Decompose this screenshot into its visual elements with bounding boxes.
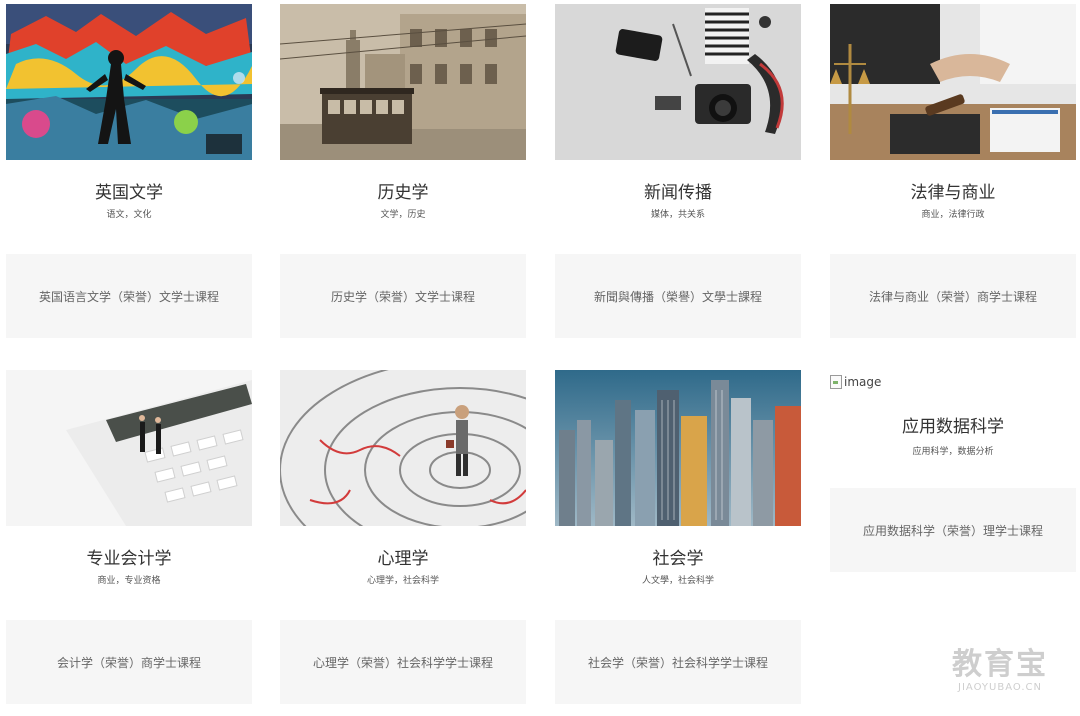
watermark-logo: 教育宝 JIAOYUBAO.CN: [940, 648, 1060, 694]
course-link[interactable]: 心理学（荣誉）社会科学学士课程: [280, 620, 526, 704]
program-title: 专业会计学: [86, 549, 172, 569]
program-title: 英国文学: [95, 183, 163, 203]
program-title: 新闻传播: [644, 183, 712, 203]
calculator-businessmen-image[interactable]: [6, 370, 252, 526]
program-card-accounting: 专业会计学 商业，专业资格 会计学（荣誉）商学士课程: [6, 370, 252, 704]
program-card-sociology: 社会学 人文學，社会科学 社会学（荣誉）社会科学学士课程: [555, 370, 801, 704]
camera-flatlay-image[interactable]: [555, 4, 801, 160]
program-title: 社会学: [652, 549, 704, 569]
graffiti-art-image[interactable]: [6, 4, 252, 160]
program-card-journalism: 新闻传播 媒体，共关系 新聞與傳播（榮譽）文學士課程: [555, 4, 801, 338]
program-tags: 应用科学，数据分析: [912, 447, 994, 457]
program-card-psychology: 心理学 心理学，社会科学 心理学（荣誉）社会科学学士课程: [280, 370, 526, 704]
city-skyline-graphic: [555, 370, 801, 526]
camera-flatlay-graphic: [555, 4, 801, 160]
image-alt-text: image: [844, 375, 882, 389]
program-tags: 商业，专业资格: [97, 576, 161, 586]
program-title: 应用数据科学: [902, 417, 1004, 437]
program-card-history: 历史学 文学，历史 历史学（荣誉）文学士课程: [280, 4, 526, 338]
old-tram-street-image[interactable]: [280, 4, 526, 160]
watermark-main: 教育宝: [952, 647, 1048, 682]
program-tags: 媒体，共关系: [650, 210, 705, 220]
program-tags: 文学，历史: [380, 210, 426, 220]
handshake-gavel-graphic: [830, 4, 1076, 160]
program-tags: 商业，法律行政: [921, 210, 985, 220]
program-tags: 人文學，社会科学: [641, 576, 714, 586]
course-link[interactable]: 新聞與傳播（榮譽）文學士課程: [555, 254, 801, 338]
old-tram-street-graphic: [280, 4, 526, 160]
course-link[interactable]: 历史学（荣誉）文学士课程: [280, 254, 526, 338]
city-skyline-image[interactable]: [555, 370, 801, 526]
watermark-sub: JIAOYUBAO.CN: [958, 682, 1042, 693]
calculator-businessmen-graphic: [6, 370, 252, 526]
program-title: 法律与商业: [910, 183, 996, 203]
graffiti-art-graphic: [6, 4, 252, 160]
broken-image-icon: [830, 375, 842, 389]
course-link[interactable]: 社会学（荣誉）社会科学学士课程: [555, 620, 801, 704]
program-tags: 心理学，社会科学: [366, 576, 439, 586]
program-tags: 语文，文化: [106, 210, 152, 220]
maze-man-graphic: [280, 370, 526, 526]
course-link[interactable]: 法律与商业（荣誉）商学士课程: [830, 254, 1076, 338]
course-link[interactable]: 英国语言文学（荣誉）文学士课程: [6, 254, 252, 338]
program-card-english-literature: 英国文学 语文，文化 英国语言文学（荣誉）文学士课程: [6, 4, 252, 338]
broken-image-placeholder[interactable]: image: [830, 370, 1076, 394]
program-title: 心理学: [377, 549, 429, 569]
course-link[interactable]: 应用数据科学（荣誉）理学士课程: [830, 488, 1076, 572]
maze-man-image[interactable]: [280, 370, 526, 526]
program-card-law-business: 法律与商业 商业，法律行政 法律与商业（荣誉）商学士课程: [830, 4, 1076, 338]
course-link[interactable]: 会计学（荣誉）商学士课程: [6, 620, 252, 704]
program-title: 历史学: [377, 183, 429, 203]
handshake-gavel-image[interactable]: [830, 4, 1076, 160]
